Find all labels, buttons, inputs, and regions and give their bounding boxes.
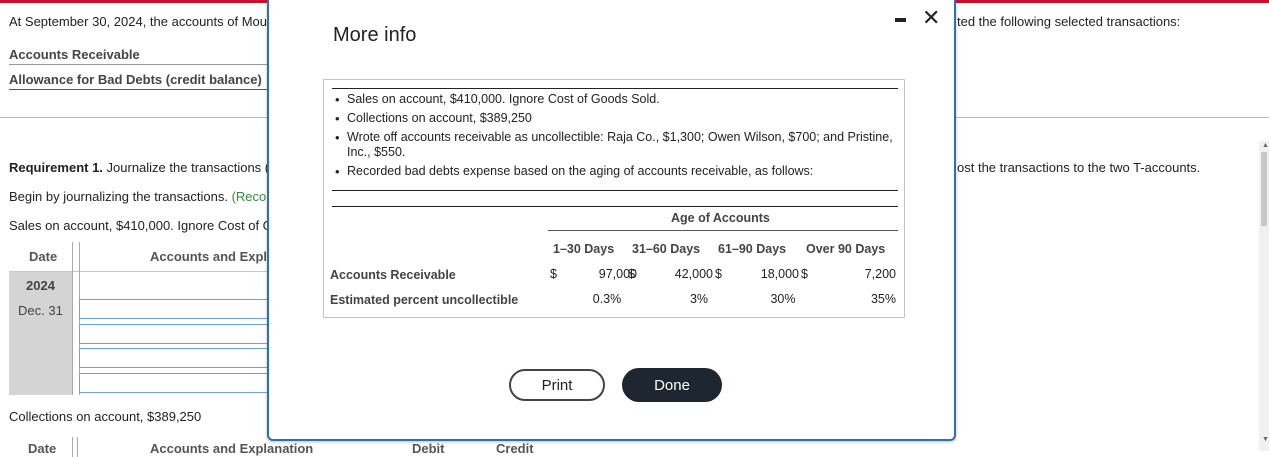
minimize-icon[interactable] — [895, 18, 906, 22]
section-divider — [0, 117, 267, 118]
journal-table: Date Accounts and Expl 2024 Dec. 31 — [9, 242, 279, 395]
currency-symbol: $ — [801, 267, 808, 281]
section-divider — [956, 117, 1269, 118]
print-button[interactable]: Print — [509, 369, 605, 401]
sales-transaction-text: Sales on account, $410,000. Ignore Cost … — [9, 218, 273, 233]
account-input[interactable] — [79, 373, 279, 393]
age-column-header: 61–90 Days — [718, 242, 787, 256]
allowance-label: Allowance for Bad Debts (credit balance) — [9, 72, 262, 87]
dialog-title: More info — [333, 24, 417, 46]
journal-year: 2024 — [26, 278, 55, 293]
divider — [9, 64, 267, 65]
account-input[interactable] — [79, 324, 279, 344]
begin-body: Begin by journalizing the transactions. — [9, 189, 232, 204]
begin-text: Begin by journalizing the transactions. … — [9, 189, 266, 204]
account-input[interactable] — [79, 348, 279, 368]
date-column-header: Date — [29, 249, 58, 264]
currency-symbol: $ — [550, 267, 557, 281]
percent-cell: 30% — [770, 292, 796, 306]
requirement-label: Requirement 1. — [9, 160, 103, 175]
divider — [9, 89, 267, 90]
column-separator — [72, 437, 78, 457]
intro-text-left: At September 30, 2024, the accounts of M… — [9, 14, 267, 29]
done-button[interactable]: Done — [622, 368, 722, 402]
divider — [548, 230, 898, 231]
accounts-receivable-label: Accounts Receivable — [9, 47, 140, 62]
aging-table: Age of Accounts 1–30 Days 31–60 Days 61–… — [324, 80, 904, 317]
value-cell: 7,200 — [864, 267, 896, 281]
scroll-up-icon[interactable]: ▲ — [1262, 142, 1269, 149]
currency-symbol: $ — [628, 267, 635, 281]
debit-column-header: Debit — [412, 441, 445, 456]
age-column-header: Over 90 Days — [806, 242, 886, 256]
hint-link[interactable]: (Reco — [232, 189, 267, 204]
credit-column-header: Credit — [496, 441, 534, 456]
age-column-header: 1–30 Days — [553, 242, 615, 256]
age-column-header: 31–60 Days — [632, 242, 701, 256]
currency-symbol: $ — [715, 267, 722, 281]
scroll-down-icon[interactable]: ▼ — [1262, 436, 1269, 443]
row-label-accounts-receivable: Accounts Receivable — [330, 268, 456, 282]
value-cell: 97,000 — [598, 267, 637, 281]
value-cell: 42,000 — [674, 267, 713, 281]
value-cell: 18,000 — [760, 267, 799, 281]
percent-cell: 0.3% — [592, 292, 622, 306]
percent-cell: 35% — [870, 292, 896, 306]
more-info-dialog: More info ✕ Sales on account, $410,000. … — [267, 0, 956, 441]
requirement-text-right: ost the transactions to the two T-accoun… — [957, 160, 1201, 175]
close-icon[interactable]: ✕ — [922, 7, 940, 29]
account-input[interactable] — [79, 299, 279, 319]
journal-date: Dec. 31 — [18, 303, 63, 318]
accounts-column-header: Accounts and Expl — [150, 249, 268, 264]
age-group-header: Age of Accounts — [671, 211, 770, 225]
row-label-estimated-percent: Estimated percent uncollectible — [330, 293, 519, 307]
info-panel: Sales on account, $410,000. Ignore Cost … — [323, 79, 905, 318]
scrollbar-thumb[interactable] — [1261, 152, 1267, 226]
collections-transaction-text: Collections on account, $389,250 — [9, 409, 202, 424]
date-column-header: Date — [28, 441, 57, 456]
intro-text-right: ted the following selected transactions: — [957, 14, 1181, 29]
accounts-column-header: Accounts and Explanation — [150, 441, 314, 456]
requirement-text: Requirement 1. Journalize the transactio… — [9, 160, 269, 175]
percent-cell: 3% — [689, 292, 709, 306]
requirement-body: Journalize the transactions ( — [102, 160, 270, 175]
